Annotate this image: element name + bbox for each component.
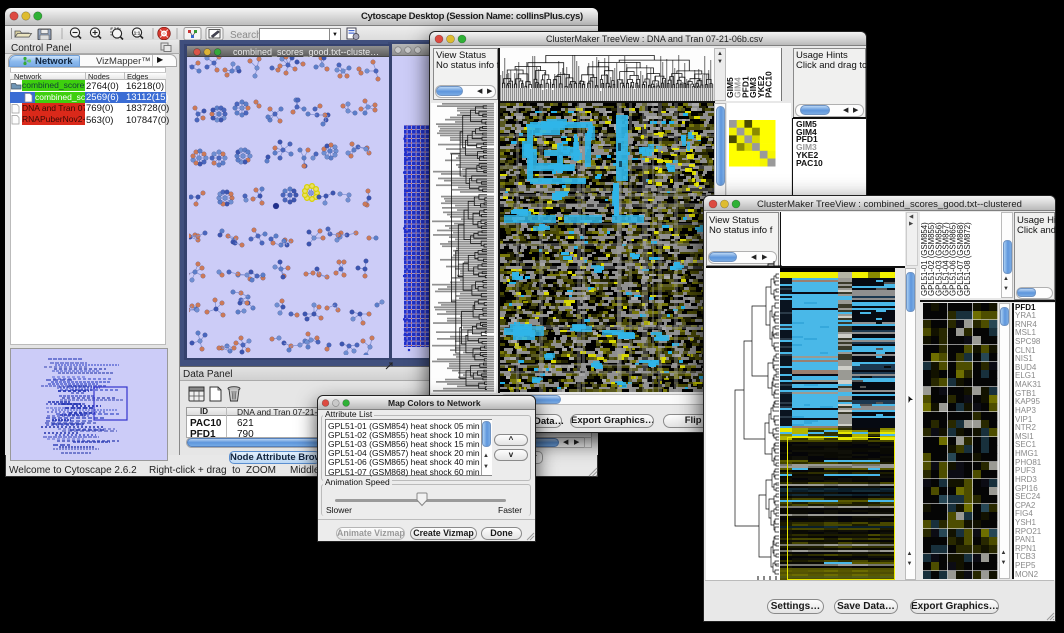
svg-text:1:1: 1:1 (134, 31, 141, 36)
svg-text:PAC10: PAC10 (764, 71, 774, 98)
